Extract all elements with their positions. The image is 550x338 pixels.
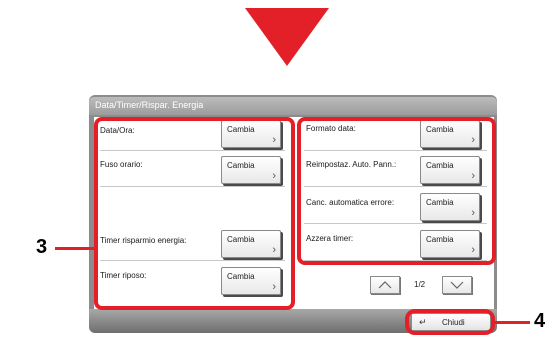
highlight-left-column xyxy=(94,117,295,310)
callout-number-3: 3 xyxy=(36,236,48,258)
highlight-right-column xyxy=(297,117,496,265)
chevron-up-icon xyxy=(378,281,392,289)
callout-line-4 xyxy=(495,321,530,324)
page-down-button[interactable] xyxy=(442,276,472,294)
window-titlebar: Data/Timer/Rispar. Energia xyxy=(89,97,497,115)
page-up-button[interactable] xyxy=(370,276,400,294)
highlight-close-button xyxy=(405,309,495,335)
arrow-down-icon xyxy=(245,8,329,66)
callout-number-4: 4 xyxy=(534,310,546,332)
window-title: Data/Timer/Rispar. Energia xyxy=(95,100,204,110)
chevron-down-icon xyxy=(450,281,464,289)
page-indicator: 1/2 xyxy=(414,280,426,289)
callout-line-3 xyxy=(55,247,95,250)
